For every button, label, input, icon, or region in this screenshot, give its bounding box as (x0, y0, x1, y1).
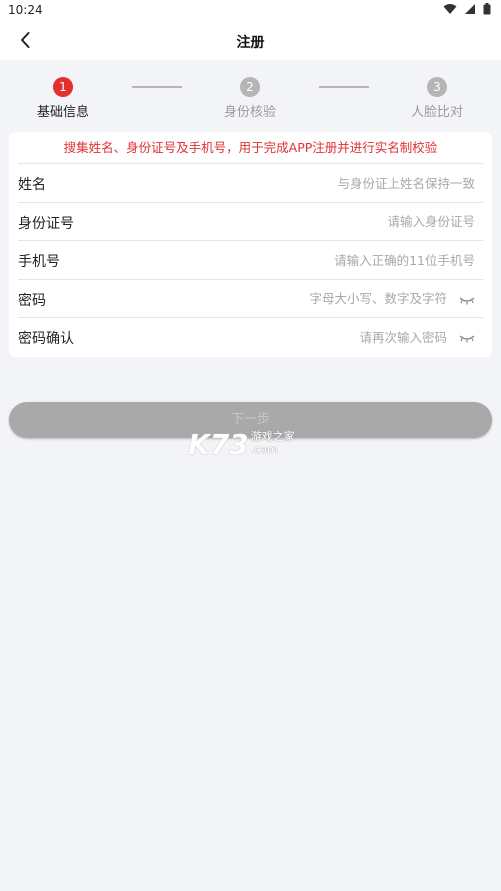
nav-bar: 注册 (0, 22, 501, 60)
password-label: 密码 (18, 292, 46, 309)
eye-closed-icon (459, 335, 475, 343)
form-row-phone: 手机号 (18, 241, 483, 280)
watermark-text-group: 游戏之家 .com (249, 430, 295, 456)
form-row-id-number: 身份证号 (18, 203, 483, 241)
watermark-k73: K73 (188, 428, 249, 461)
step-number-circle: 3 (427, 77, 447, 97)
privacy-notice: 搜集姓名、身份证号及手机号，用于完成APP注册并进行实名制校验 (18, 132, 483, 164)
signal-icon (465, 4, 476, 14)
battery-icon (483, 3, 491, 15)
step-identity-verify: 2 身份核验 (205, 77, 295, 120)
step-connector (132, 86, 182, 88)
step-number-circle: 1 (53, 77, 73, 97)
watermark-text-2: .com (250, 443, 278, 456)
progress-steps: 1 基础信息 2 身份核验 3 人脸比对 (0, 60, 501, 132)
form-row-password-confirm: 密码确认 (18, 318, 483, 357)
password-confirm-visibility-toggle[interactable] (457, 330, 477, 344)
wifi-icon (443, 4, 457, 14)
password-input[interactable] (187, 287, 447, 310)
step-label: 人脸比对 (410, 105, 463, 120)
form-row-name: 姓名 (18, 164, 483, 203)
name-label: 姓名 (18, 177, 46, 193)
step-face-compare: 3 人脸比对 (392, 77, 482, 120)
registration-form-card: 搜集姓名、身份证号及手机号，用于完成APP注册并进行实名制校验 姓名 身份证号 … (9, 132, 492, 357)
form-row-password: 密码 (18, 280, 483, 318)
step-connector (319, 86, 369, 88)
eye-closed-icon (459, 296, 475, 304)
name-input[interactable] (215, 172, 475, 194)
phone-label: 手机号 (18, 254, 60, 270)
step-label: 身份核验 (223, 105, 276, 120)
status-bar: 10:24 (0, 0, 501, 22)
page-title: 注册 (236, 35, 265, 51)
status-time: 10:24 (8, 3, 43, 17)
phone-input[interactable] (215, 249, 475, 271)
watermark-text-1: 游戏之家 (250, 430, 295, 443)
watermark-logo: K73 游戏之家 .com (188, 430, 295, 460)
password-visibility-toggle[interactable] (457, 292, 477, 306)
top-area: 10:24 注册 (0, 0, 501, 60)
password-confirm-label: 密码确认 (18, 331, 74, 347)
id-number-input[interactable] (215, 210, 475, 233)
step-basic-info: 1 基础信息 (18, 77, 108, 120)
step-number-circle: 2 (240, 77, 260, 97)
id-number-label: 身份证号 (18, 215, 74, 232)
password-confirm-input[interactable] (187, 326, 447, 348)
step-label: 基础信息 (36, 105, 89, 120)
status-icons (440, 3, 491, 17)
